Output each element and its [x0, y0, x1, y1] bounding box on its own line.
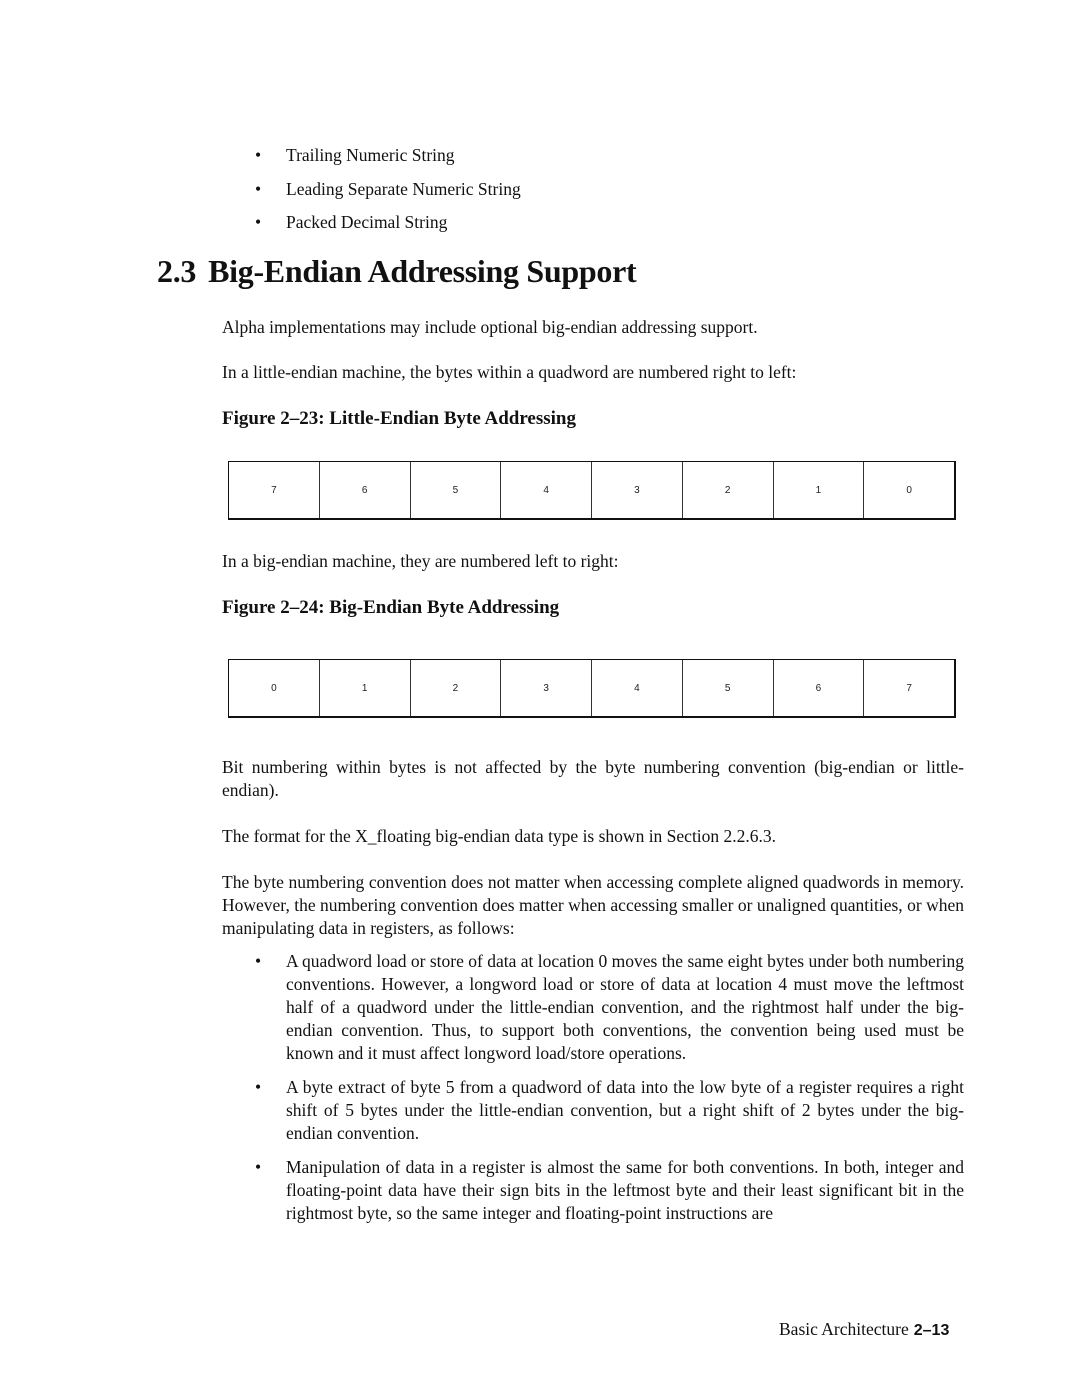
bullet-icon: • — [255, 1077, 262, 1097]
xfloating-paragraph: The format for the X_floating big-endian… — [222, 826, 777, 846]
byte-cell: 6 — [320, 462, 411, 518]
list-item: • A quadword load or store of data at lo… — [255, 950, 964, 1065]
list-item-text: A byte extract of byte 5 from a quadword… — [286, 1077, 964, 1143]
section-title: Big-Endian Addressing Support — [208, 253, 637, 289]
list-item: • A byte extract of byte 5 from a quadwo… — [255, 1076, 964, 1145]
bullet-icon: • — [255, 951, 262, 971]
section-number: 2.3 — [157, 253, 197, 289]
byte-cell: 6 — [774, 660, 865, 716]
bullet-icon: • — [255, 1157, 262, 1177]
intro-paragraph: Alpha implementations may include option… — [222, 317, 758, 337]
list-item-text: Packed Decimal String — [286, 212, 448, 232]
byte-cell: 7 — [229, 462, 320, 518]
list-item-text: Manipulation of data in a register is al… — [286, 1157, 964, 1223]
footer-chapter: Basic Architecture — [779, 1319, 909, 1339]
little-endian-intro: In a little-endian machine, the bytes wi… — [222, 362, 797, 382]
list-item-text: Trailing Numeric String — [286, 145, 455, 165]
list-item-text: Leading Separate Numeric String — [286, 178, 521, 199]
byte-cell: 5 — [683, 660, 774, 716]
byte-cell: 1 — [320, 660, 411, 716]
byte-cell: 3 — [592, 462, 683, 518]
byte-cell: 1 — [774, 462, 865, 518]
bullet-icon: • — [255, 212, 262, 232]
little-endian-byte-diagram: 7 6 5 4 3 2 1 0 — [228, 461, 956, 520]
bullet-icon: • — [255, 178, 262, 199]
byte-cell: 7 — [906, 682, 912, 694]
byte-cell: 4 — [501, 462, 592, 518]
byte-cell: 3 — [501, 660, 592, 716]
bullet-icon: • — [255, 145, 262, 165]
big-endian-byte-diagram: 0 1 2 3 4 5 6 7 — [228, 659, 956, 718]
section-heading: 2.3 Big-Endian Addressing Support — [157, 253, 637, 290]
convention-paragraph: The byte numbering convention does not m… — [222, 872, 964, 938]
figure-title-little-endian: Figure 2–23: Little-Endian Byte Addressi… — [222, 408, 576, 429]
byte-cell: 2 — [411, 660, 502, 716]
byte-cell: 0 — [229, 660, 320, 716]
bit-numbering-paragraph: Bit numbering within bytes is not affect… — [222, 757, 964, 800]
page-number: 2–13 — [913, 1322, 950, 1339]
figure-title-big-endian: Figure 2–24: Big-Endian Byte Addressing — [222, 597, 560, 618]
list-item: • Manipulation of data in a register is … — [255, 1156, 964, 1225]
convention-details-list: • A quadword load or store of data at lo… — [255, 950, 964, 1225]
big-endian-intro: In a big-endian machine, they are number… — [222, 551, 619, 571]
byte-cell: 4 — [592, 660, 683, 716]
byte-cell: 0 — [906, 484, 912, 496]
list-item-text: A quadword load or store of data at loca… — [286, 951, 964, 1063]
page-footer: Basic Architecture 2–13 — [779, 1319, 949, 1340]
byte-cell: 2 — [683, 462, 774, 518]
byte-cell: 5 — [411, 462, 502, 518]
